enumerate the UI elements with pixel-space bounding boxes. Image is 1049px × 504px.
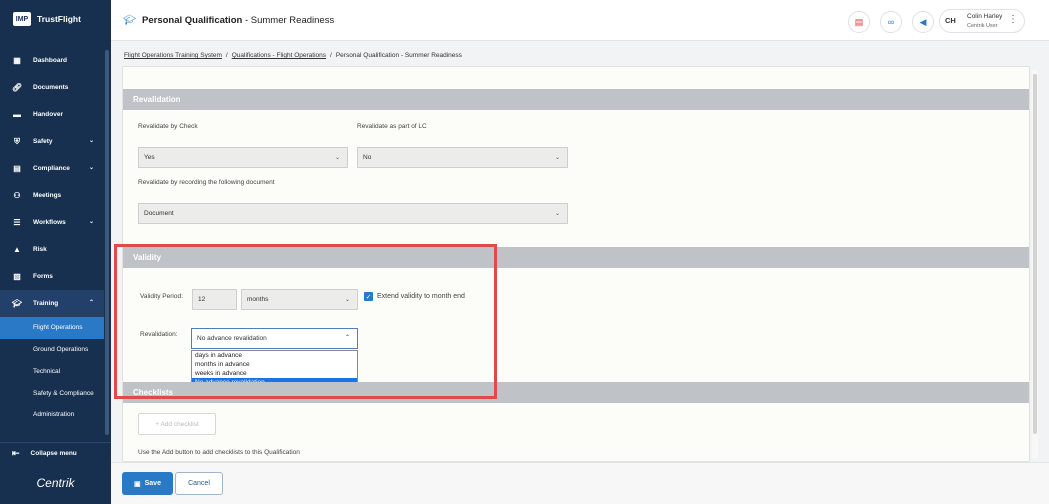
kebab-menu-icon[interactable]: ⋮ xyxy=(1008,14,1018,25)
compliance-icon: ▤ xyxy=(13,164,21,173)
breadcrumb-current: Personal Qualification - Summer Readines… xyxy=(335,52,462,59)
sidebar-item-handover[interactable]: ▬ Handover xyxy=(0,101,104,128)
revalidate-by-check-select[interactable]: Yes ⌄ xyxy=(138,147,348,168)
sidebar-subitem-safety-compliance[interactable]: Safety & Compliance xyxy=(0,382,104,404)
sidebar-subitem-flight-operations[interactable]: Flight Operations xyxy=(0,317,104,339)
graduation-cap-icon: 🎓︎ xyxy=(123,15,136,26)
document-icon[interactable]: ▤ xyxy=(848,11,870,33)
cancel-button[interactable]: Cancel xyxy=(175,472,223,495)
save-button[interactable]: ▣ Save xyxy=(122,472,173,495)
page-title-main: Personal Qualification xyxy=(142,15,243,26)
workflows-icon: ☰ xyxy=(13,218,21,227)
sidebar-item-workflows[interactable]: ☰ Workflows ⌄ xyxy=(0,209,104,236)
sidebar-item-label: Handover xyxy=(33,111,63,118)
sidebar-item-compliance[interactable]: ▤ Compliance ⌄ xyxy=(0,155,104,182)
revalidate-by-check-label: Revalidate by Check xyxy=(138,123,198,130)
content-scrollbar-thumb[interactable] xyxy=(1033,74,1037,434)
forms-icon: ▧ xyxy=(13,272,21,281)
sidebar-item-forms[interactable]: ▧ Forms xyxy=(0,263,104,290)
link-icon[interactable]: ∞ xyxy=(880,11,902,33)
sidebar-item-label: Safety xyxy=(33,138,53,145)
sidebar-subitem-administration[interactable]: Administration xyxy=(0,404,104,426)
sidebar-item-label: Dashboard xyxy=(33,57,67,64)
chevron-down-icon: ⌄ xyxy=(334,155,340,161)
collapse-menu-button[interactable]: ⇤ Collapse menu xyxy=(0,442,111,464)
sidebar-item-label: Workflows xyxy=(33,219,66,226)
page-title-separator: - xyxy=(242,15,251,26)
graduation-cap-icon: 🎓︎ xyxy=(11,299,23,308)
add-checklist-button[interactable]: + Add checklist xyxy=(138,413,216,435)
save-label: Save xyxy=(144,480,161,487)
chevron-down-icon: ⌄ xyxy=(554,155,560,161)
revalidate-lc-value: No xyxy=(363,154,372,161)
sidebar-item-label: Documents xyxy=(33,84,69,91)
user-menu[interactable]: CH Colin Harley Centrik User ⋮ xyxy=(939,9,1025,33)
sidebar-subitem-technical[interactable]: Technical xyxy=(0,361,104,383)
sidebar-item-label: Meetings xyxy=(33,192,62,199)
breadcrumb-separator: / xyxy=(225,52,228,59)
chevron-down-icon: ⌄ xyxy=(88,165,94,171)
page-title-sub: Summer Readiness xyxy=(250,15,335,26)
centrik-logo: Centrik xyxy=(36,476,75,490)
save-icon: ▣ xyxy=(134,480,141,488)
revalidate-by-check-value: Yes xyxy=(144,154,155,161)
content-scrollbar[interactable] xyxy=(1032,70,1038,458)
footer: ▣ Save Cancel xyxy=(111,462,1049,504)
user-name: Colin Harley xyxy=(967,13,1003,20)
revalidate-lc-label: Revalidate as part of LC xyxy=(357,123,427,130)
sidebar-item-training[interactable]: 🎓︎ Training ⌃ xyxy=(0,290,104,317)
sidebar-subitem-ground-operations[interactable]: Ground Operations xyxy=(0,339,104,361)
revalidate-document-label: Revalidate by recording the following do… xyxy=(138,179,275,186)
page-title: Personal Qualification - Summer Readines… xyxy=(142,15,334,26)
sidebar-item-label: Compliance xyxy=(33,165,70,172)
brand[interactable]: IMP TrustFlight xyxy=(13,12,81,26)
breadcrumb-link-qualifications[interactable]: Qualifications - Flight Operations xyxy=(232,52,326,59)
sidebar-item-label: Risk xyxy=(33,246,47,253)
collapse-menu-label: Collapse menu xyxy=(30,450,77,457)
revalidate-document-value: Document xyxy=(144,210,174,217)
brand-logo: IMP xyxy=(13,12,31,26)
sidebar-item-label: Training xyxy=(33,300,59,307)
handover-icon: ▬ xyxy=(13,110,21,119)
revalidate-lc-select[interactable]: No ⌄ xyxy=(357,147,568,168)
chevron-up-icon: ⌃ xyxy=(88,300,94,306)
checklists-hint: Use the Add button to add checklists to … xyxy=(138,449,300,456)
user-role: Centrik User xyxy=(967,23,998,29)
sidebar-nav: ▦ Dashboard 🔗︎ Documents ▬ Handover ⛨ Sa… xyxy=(0,47,104,426)
breadcrumb-separator: / xyxy=(330,52,332,59)
validity-highlight-box xyxy=(114,244,497,399)
chevron-down-icon: ⌄ xyxy=(554,211,560,217)
collapse-icon: ⇤ xyxy=(12,448,20,458)
dashboard-icon: ▦ xyxy=(13,56,21,65)
sidebar-item-meetings[interactable]: ⚇ Meetings xyxy=(0,182,104,209)
revalidation-section-header: Revalidation xyxy=(123,89,1029,110)
breadcrumb-link-training-system[interactable]: Flight Operations Training System xyxy=(124,52,222,59)
warning-icon: ▲ xyxy=(13,245,21,254)
sidebar-item-label: Forms xyxy=(33,273,53,280)
sidebar: IMP TrustFlight ▦ Dashboard 🔗︎ Documents… xyxy=(0,0,111,504)
sidebar-item-safety[interactable]: ⛨ Safety ⌄ xyxy=(0,128,104,155)
sidebar-item-risk[interactable]: ▲ Risk xyxy=(0,236,104,263)
brand-name: TrustFlight xyxy=(37,14,81,24)
paperclip-icon: 🔗︎ xyxy=(11,83,23,92)
header: 🎓︎ Personal Qualification - Summer Readi… xyxy=(111,0,1049,41)
avatar: CH xyxy=(945,16,956,25)
sidebar-item-documents[interactable]: 🔗︎ Documents xyxy=(0,74,104,101)
shield-icon: ⛨ xyxy=(14,136,20,146)
chevron-down-icon: ⌄ xyxy=(88,138,94,144)
breadcrumb: Flight Operations Training System / Qualif… xyxy=(124,52,462,59)
chevron-down-icon: ⌄ xyxy=(88,219,94,225)
sidebar-scrollbar[interactable] xyxy=(105,50,109,435)
sidebar-item-dashboard[interactable]: ▦ Dashboard xyxy=(0,47,104,74)
meetings-icon: ⚇ xyxy=(13,191,21,200)
megaphone-icon[interactable]: ◀ xyxy=(912,11,934,33)
revalidate-document-select[interactable]: Document ⌄ xyxy=(138,203,568,224)
